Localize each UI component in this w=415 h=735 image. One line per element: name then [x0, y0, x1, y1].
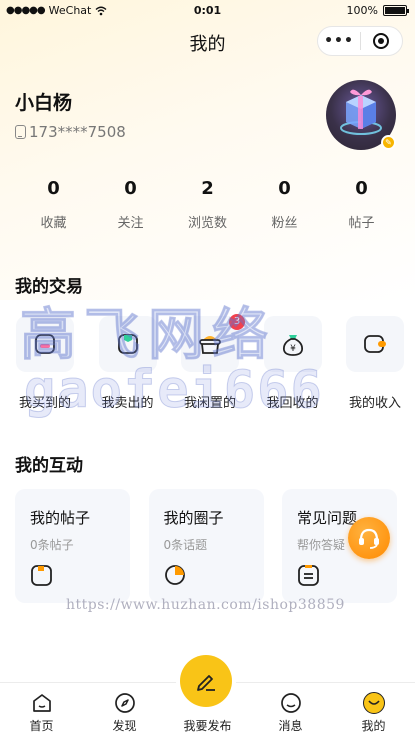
interact-section-title: 我的互动	[15, 456, 83, 476]
tab-label: 发现	[112, 719, 137, 733]
yuan-symbol: ¥	[290, 344, 296, 354]
more-button[interactable]: •••	[318, 33, 360, 49]
card-title: 我的圈子	[163, 509, 224, 527]
card-my-circles[interactable]: 我的圈子 0条话题	[148, 489, 264, 603]
stat-value: 0	[355, 178, 368, 199]
pencil-icon	[197, 675, 215, 691]
card-my-posts[interactable]: 我的帖子 0条帖子	[15, 489, 130, 603]
faq-icon	[298, 565, 319, 586]
publish-button[interactable]	[180, 655, 232, 707]
stat-label: 收藏	[40, 216, 67, 231]
message-icon	[280, 693, 301, 713]
tab-label: 首页	[29, 719, 54, 733]
stat-value: 2	[201, 178, 214, 199]
headset-icon	[359, 528, 379, 549]
battery-percent: 100%	[346, 4, 378, 17]
home-icon	[32, 694, 51, 712]
customer-service-button[interactable]	[348, 517, 390, 559]
stat-value: 0	[124, 178, 137, 199]
interact-cards: 我的帖子 0条帖子 我的圈子 0条话题 常见问题 帮你答疑	[15, 489, 397, 603]
card-subtitle: 0条话题	[163, 538, 208, 552]
profile-face-icon	[362, 692, 385, 714]
user-phone: 173****7508	[15, 123, 126, 141]
post-icon	[31, 565, 52, 586]
watermark-url: https://www.huzhan.com/ishop38859	[66, 597, 345, 613]
mini-program-capsule: •••	[317, 26, 403, 56]
close-mini-program-button[interactable]	[361, 33, 402, 49]
tab-discover[interactable]: 发现	[83, 683, 166, 735]
user-name[interactable]: 小白杨	[15, 88, 72, 115]
battery-info: 100%	[346, 4, 409, 17]
stat-value: 0	[278, 178, 291, 199]
card-title: 我的帖子	[30, 509, 91, 527]
target-close-icon	[373, 33, 390, 49]
watermark-logo-text: 高飞网络	[20, 303, 276, 369]
stat-following[interactable]: 0 关注	[92, 178, 169, 231]
stat-label: 帖子	[348, 216, 375, 231]
phone-number: 173****7508	[29, 123, 126, 141]
tab-label: 我要发布	[183, 719, 232, 733]
watermark-logo-latin: gaofei666	[24, 360, 324, 421]
wallet-icon	[364, 335, 386, 353]
stat-favorites[interactable]: 0 收藏	[15, 178, 92, 231]
battery-icon	[383, 5, 409, 16]
stat-label: 粉丝	[271, 216, 298, 231]
tab-messages[interactable]: 消息	[249, 683, 332, 735]
status-bar: ●●●●● WeChat 0:01 100%	[0, 0, 415, 22]
money-bag-icon: ¥	[282, 335, 303, 356]
tab-label: 消息	[278, 719, 303, 733]
stat-views[interactable]: 2 浏览数	[169, 178, 246, 231]
trade-tile	[346, 316, 404, 372]
phone-icon	[15, 125, 26, 139]
stat-label: 浏览数	[187, 216, 227, 231]
trade-item-income[interactable]: 我的收入	[345, 316, 405, 411]
tab-label: 我的	[361, 719, 386, 733]
stat-label: 关注	[117, 216, 144, 231]
trade-label: 我的收入	[348, 396, 401, 411]
tab-home[interactable]: 首页	[0, 683, 83, 735]
stat-fans[interactable]: 0 粉丝	[246, 178, 323, 231]
card-subtitle: 0条帖子	[30, 538, 74, 552]
compass-icon	[114, 693, 135, 713]
publish-button-wrap	[180, 655, 232, 707]
stats-row: 0 收藏 0 关注 2 浏览数 0 粉丝 0 帖子	[15, 178, 400, 231]
stat-value: 0	[47, 178, 60, 199]
edit-avatar-icon[interactable]: ✎	[381, 135, 396, 150]
stat-posts[interactable]: 0 帖子	[323, 178, 400, 231]
tab-mine[interactable]: 我的	[332, 683, 415, 735]
circle-pie-icon	[164, 565, 185, 585]
